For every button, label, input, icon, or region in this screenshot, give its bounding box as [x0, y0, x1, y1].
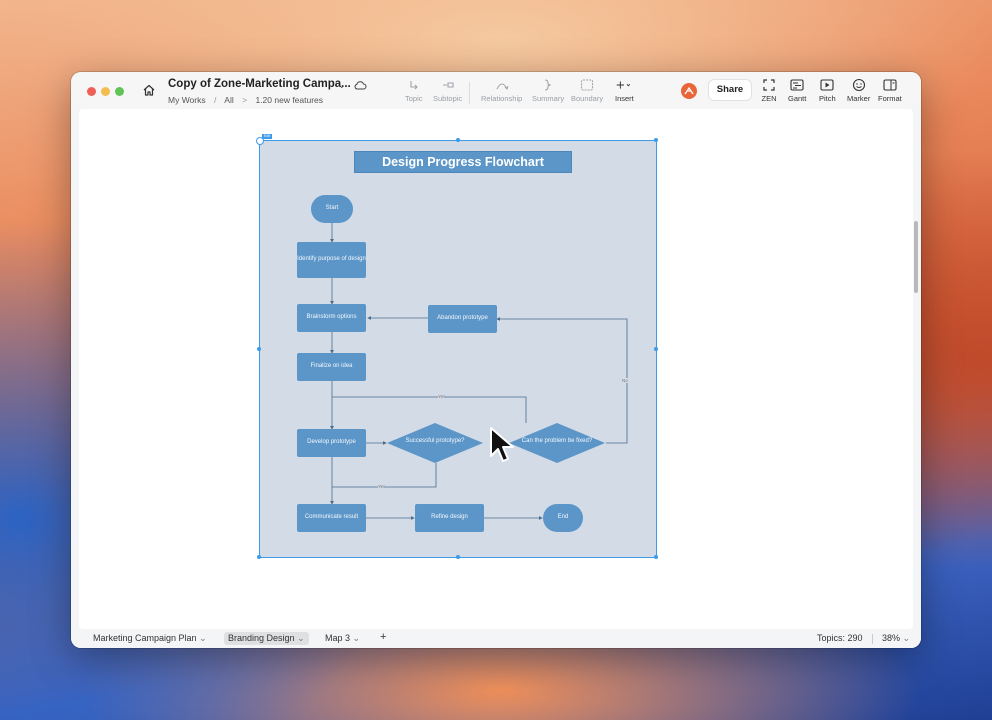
- chevron-down-icon: ⌄: [352, 633, 361, 643]
- subtopic-label: Subtopic: [433, 94, 463, 103]
- share-button[interactable]: Share: [709, 80, 751, 100]
- marker-button[interactable]: Marker: [847, 78, 870, 103]
- flow-node-refine[interactable]: Refine design: [415, 504, 484, 532]
- sheet-tab-map-3[interactable]: Map 3 ⌄: [325, 633, 360, 644]
- flow-node-start[interactable]: Start: [311, 195, 353, 223]
- vertical-scrollbar[interactable]: [914, 221, 918, 293]
- flow-node-canfix: Can the problem be fixed?: [521, 438, 593, 444]
- avatar-icon: [684, 86, 694, 95]
- subtopic-icon: [442, 82, 454, 88]
- relationship-icon: [496, 83, 509, 91]
- smiley-icon: [852, 78, 865, 92]
- app-window: Copy of Zone-Marketing Campa... ⌄ My Wor…: [71, 72, 921, 648]
- gantt-label: Gantt: [788, 94, 807, 103]
- plus-icon: [617, 81, 631, 89]
- chevron-down-icon: ⌄: [199, 633, 207, 643]
- minimize-window-button[interactable]: [101, 87, 110, 96]
- gantt-button[interactable]: Gantt: [788, 78, 806, 103]
- relationship-label: Relationship: [481, 94, 523, 103]
- summary-icon: [545, 79, 552, 91]
- breadcrumb-separator: /: [214, 95, 217, 105]
- format-panel-icon: [883, 79, 897, 91]
- flow-node-identify[interactable]: Identify purpose of design: [297, 242, 366, 278]
- breadcrumb-separator: >: [242, 95, 248, 105]
- sheet-tab-branding-design[interactable]: Branding Design ⌄: [224, 632, 309, 645]
- summary-button[interactable]: Summary: [532, 78, 564, 103]
- sheet-tab-marketing-campaign-plan[interactable]: Marketing Campaign Plan ⌄: [93, 633, 207, 644]
- flowchart-frame[interactable]: Edit Design Progress Flowchart Start Ide…: [256, 134, 658, 559]
- document-title[interactable]: Copy of Zone-Marketing Campa...: [168, 78, 351, 90]
- breadcrumb-my-works[interactable]: My Works: [168, 95, 206, 105]
- relationship-button[interactable]: Relationship: [481, 78, 522, 103]
- breadcrumb-all[interactable]: All: [224, 95, 233, 105]
- mouse-pointer-icon: [490, 427, 514, 462]
- home-icon[interactable]: [142, 83, 156, 97]
- summary-label: Summary: [532, 94, 565, 103]
- flow-node-brainstorm[interactable]: Brainstorm options: [297, 304, 366, 332]
- edge-label-yes: Yes: [378, 484, 386, 489]
- topic-label: Topic: [405, 94, 423, 103]
- gantt-icon: [790, 79, 804, 91]
- toolbar-divider: [469, 82, 470, 104]
- sheet-tab-label: Marketing Campaign Plan: [93, 633, 197, 643]
- insert-button[interactable]: Insert: [615, 78, 634, 103]
- boundary-button[interactable]: Boundary: [571, 78, 603, 103]
- close-window-button[interactable]: [87, 87, 96, 96]
- zoom-level[interactable]: 38% ⌄: [882, 633, 910, 644]
- avatar[interactable]: [681, 83, 697, 99]
- zen-label: ZEN: [761, 94, 777, 103]
- sheet-tab-label: Map 3: [325, 633, 351, 643]
- flow-node-communicate[interactable]: Communicate result: [297, 504, 366, 532]
- connector-canfix-yes-loop: [332, 396, 527, 423]
- marker-label: Marker: [847, 94, 871, 103]
- play-icon: [820, 79, 834, 91]
- edge-label-yes: Yes: [438, 394, 446, 399]
- zoom-window-button[interactable]: [115, 87, 124, 96]
- cloud-icon[interactable]: [353, 79, 367, 91]
- flow-node-develop[interactable]: Develop prototype: [297, 429, 366, 457]
- pitch-label: Pitch: [819, 94, 836, 103]
- sheet-tab-label: Branding Design: [228, 633, 295, 643]
- flow-node-successful: Successful prototype?: [405, 438, 465, 444]
- boundary-label: Boundary: [571, 94, 604, 103]
- topic-button[interactable]: Topic: [405, 78, 423, 103]
- flow-node-abandon[interactable]: Abandon prototype: [428, 305, 497, 333]
- mindmap-canvas[interactable]: Edit Design Progress Flowchart Start Ide…: [79, 109, 918, 629]
- flow-node-end[interactable]: End: [543, 504, 583, 532]
- insert-label: Insert: [615, 94, 634, 103]
- pitch-button[interactable]: Pitch: [819, 78, 836, 103]
- chevron-down-icon[interactable]: ⌄: [338, 80, 346, 91]
- flow-node-finalize[interactable]: Finalize on idea: [297, 353, 366, 381]
- title-bar: Copy of Zone-Marketing Campa... ⌄ My Wor…: [71, 72, 921, 108]
- zen-button[interactable]: ZEN: [761, 78, 777, 103]
- edge-label-no: No: [622, 378, 628, 383]
- chevron-down-icon: ⌄: [902, 633, 911, 643]
- topics-count: Topics: 290: [817, 633, 863, 643]
- format-button[interactable]: Format: [878, 78, 902, 103]
- boundary-icon: [580, 79, 594, 91]
- breadcrumb: My Works / All > 1.20 new features: [168, 95, 329, 105]
- fullscreen-icon: [763, 79, 775, 91]
- status-divider: [872, 634, 873, 644]
- format-label: Format: [878, 94, 902, 103]
- chevron-down-icon: ⌄: [297, 633, 305, 643]
- subtopic-button[interactable]: Subtopic: [433, 78, 462, 103]
- zoom-value: 38%: [882, 633, 901, 643]
- add-sheet-button[interactable]: +: [380, 631, 386, 643]
- topic-icon: [410, 81, 418, 90]
- breadcrumb-new-features[interactable]: 1.20 new features: [255, 95, 323, 105]
- status-bar: Marketing Campaign Plan ⌄ Branding Desig…: [71, 629, 921, 648]
